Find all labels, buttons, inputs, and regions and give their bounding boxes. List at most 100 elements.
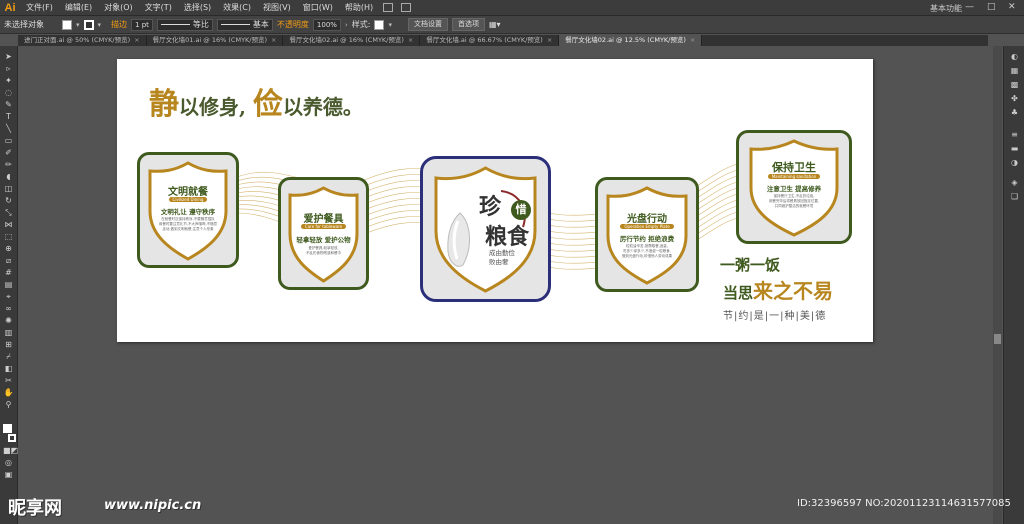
lasso-tool-icon[interactable]: ◌ xyxy=(3,88,14,97)
gradient-tool-icon[interactable]: ▤ xyxy=(3,280,14,289)
blob-brush-tool-icon[interactable]: ◖ xyxy=(3,172,14,181)
artboard-tool-icon[interactable]: ⊞ xyxy=(3,340,14,349)
line-tool-icon[interactable]: ╲ xyxy=(3,124,14,133)
paintbrush-tool-icon[interactable]: ✐ xyxy=(3,148,14,157)
close-icon[interactable]: × xyxy=(271,36,276,44)
menu-type[interactable]: 文字(T) xyxy=(139,2,178,13)
slice-tool-icon[interactable]: ⌿ xyxy=(3,352,14,361)
brushes-panel-icon[interactable]: ✤ xyxy=(1009,94,1020,103)
card-empty-plate[interactable]: 光盘行动 Operation Empty Plate 厉行节约 拒绝浪费 粒粒皆… xyxy=(595,177,699,292)
blend-tool-icon[interactable]: ∞ xyxy=(3,304,14,313)
card-cherish-food[interactable]: 珍 惜 粮食 成由勤俭 败由奢 xyxy=(420,156,551,302)
stroke-panel-icon[interactable]: ≡ xyxy=(1009,130,1020,139)
rotate-tool-icon[interactable]: ↻ xyxy=(3,196,14,205)
appearance-panel-icon[interactable]: ◈ xyxy=(1009,178,1020,187)
symbol-sprayer-tool-icon[interactable]: ✺ xyxy=(3,316,14,325)
gradient-panel-icon[interactable]: ▬ xyxy=(1009,144,1020,153)
chevron-right-icon[interactable]: › xyxy=(345,21,348,29)
close-icon[interactable]: × xyxy=(408,36,413,44)
color-guide-icon[interactable]: ▦ xyxy=(1009,66,1020,75)
tab-document[interactable]: 餐厅文化墙01.ai @ 16% (CMYK/预览) × xyxy=(147,35,284,46)
selection-tool-icon[interactable]: ➤ xyxy=(3,52,14,61)
mesh-tool-icon[interactable]: # xyxy=(3,268,14,277)
pen-tool-icon[interactable]: ✎ xyxy=(3,100,14,109)
app-logo: Ai xyxy=(4,1,16,14)
width-tool-icon[interactable]: ⋈ xyxy=(3,220,14,229)
close-icon[interactable]: × xyxy=(690,36,695,44)
symbols-panel-icon[interactable]: ♣ xyxy=(1009,108,1020,117)
scale-tool-icon[interactable]: ⤡ xyxy=(3,208,14,217)
fill-swatch[interactable] xyxy=(62,19,72,30)
menu-effect[interactable]: 效果(C) xyxy=(217,2,257,13)
workspace-switcher[interactable]: 基本功能 xyxy=(930,3,962,14)
card-body-line: 不乱扔食物残渣和餐巾 xyxy=(306,251,341,255)
color-mode-icon[interactable]: ■◩ xyxy=(3,446,18,455)
tab-document-active[interactable]: 餐厅文化墙02.ai @ 12.5% (CMYK/预览) × xyxy=(559,35,703,46)
card-care-tableware[interactable]: 爱护餐具 Care for tableware 轻拿轻放 爱护公物 爱护餐具,轻… xyxy=(278,177,369,290)
preferences-button[interactable]: 首选项 xyxy=(451,18,485,31)
arrange-icon[interactable]: ▦▾ xyxy=(489,20,501,29)
variable-width-profile[interactable]: 等比 xyxy=(156,18,213,31)
maximize-button[interactable]: □ xyxy=(987,2,996,12)
eyedropper-tool-icon[interactable]: ⌖ xyxy=(3,292,14,301)
screen-mode-icon[interactable]: ▣ xyxy=(3,470,14,479)
menu-window[interactable]: 窗口(W) xyxy=(297,2,339,13)
menu-select[interactable]: 选择(S) xyxy=(178,2,217,13)
draw-mode-icon[interactable]: ◎ xyxy=(3,458,14,467)
stroke-label[interactable]: 描边 xyxy=(111,19,127,30)
menu-edit[interactable]: 编辑(E) xyxy=(59,2,98,13)
eraser-tool-icon[interactable]: ◫ xyxy=(3,184,14,193)
eraser2-tool-icon[interactable]: ◧ xyxy=(3,364,14,373)
char-xi-circle: 惜 xyxy=(511,200,531,220)
arrange-documents-icon[interactable] xyxy=(401,3,412,12)
rectangle-tool-icon[interactable]: ▭ xyxy=(3,136,14,145)
hand-tool-icon[interactable]: ✋ xyxy=(3,388,14,397)
layers-panel-icon[interactable]: ❏ xyxy=(1009,192,1020,201)
type-tool-icon[interactable]: T xyxy=(3,112,14,121)
tab-document[interactable]: 餐厅文化墙.ai @ 66.67% (CMYK/预览) × xyxy=(420,35,560,46)
chevron-down-icon[interactable]: ▾ xyxy=(388,21,392,29)
document-setup-button[interactable]: 文档设置 xyxy=(407,18,448,31)
menu-help[interactable]: 帮助(H) xyxy=(339,2,379,13)
artboard[interactable]: 静以修身, 俭以养德。 文明就餐 Civilized Dining 文明礼让 遵… xyxy=(117,59,873,342)
card-sanitation[interactable]: 保持卫生 Maintaining sanitation 注意卫生 提高修养 保持… xyxy=(736,130,852,244)
scroll-thumb[interactable] xyxy=(994,334,1001,344)
menu-file[interactable]: 文件(F) xyxy=(20,2,59,13)
card-civilized-dining[interactable]: 文明就餐 Civilized Dining 文明礼让 遵守秩序 在就餐时应保持秩… xyxy=(137,152,239,268)
close-icon[interactable]: × xyxy=(134,36,139,44)
close-icon[interactable]: × xyxy=(547,36,552,44)
motto-line2: 败由奢 xyxy=(489,258,509,266)
style-swatch[interactable] xyxy=(374,19,385,30)
magic-wand-tool-icon[interactable]: ✦ xyxy=(3,76,14,85)
bridge-icon[interactable] xyxy=(383,3,394,12)
transparency-panel-icon[interactable]: ◑ xyxy=(1009,158,1020,167)
opacity-label[interactable]: 不透明度 xyxy=(277,19,309,30)
tab-document[interactable]: 餐厅文化墙02.ai @ 16% (CMYK/预览) × xyxy=(283,35,421,46)
shape-builder-tool-icon[interactable]: ⊕ xyxy=(3,244,14,253)
stroke-color-icon[interactable] xyxy=(8,434,16,442)
brush-definition[interactable]: 基本 xyxy=(216,18,273,31)
opacity-field[interactable]: 100% xyxy=(312,18,341,31)
vertical-scrollbar[interactable] xyxy=(993,46,1002,524)
card-title: 文明就餐 xyxy=(168,187,208,198)
minimize-button[interactable]: — xyxy=(965,2,974,12)
scissors-tool-icon[interactable]: ✂ xyxy=(3,376,14,385)
graph-tool-icon[interactable]: ▥ xyxy=(3,328,14,337)
free-transform-tool-icon[interactable]: ⬚ xyxy=(3,232,14,241)
close-button[interactable]: ✕ xyxy=(1008,2,1016,12)
fill-color-icon[interactable] xyxy=(3,424,12,433)
card-english-label: Care for tableware xyxy=(300,224,347,229)
zoom-tool-icon[interactable]: ⚲ xyxy=(3,400,14,409)
menu-view[interactable]: 视图(V) xyxy=(257,2,297,13)
pencil-tool-icon[interactable]: ✏ xyxy=(3,160,14,169)
chevron-down-icon[interactable]: ▾ xyxy=(98,21,102,29)
direct-selection-tool-icon[interactable]: ▹ xyxy=(3,64,14,73)
color-panel-icon[interactable]: ◐ xyxy=(1009,52,1020,61)
menu-object[interactable]: 对象(O) xyxy=(98,2,139,13)
perspective-grid-tool-icon[interactable]: ⧄ xyxy=(3,256,14,265)
chevron-down-icon[interactable]: ▾ xyxy=(76,21,80,29)
stroke-weight-field[interactable]: 1 pt xyxy=(131,18,153,31)
tab-document[interactable]: 进门正对面.ai @ 50% (CMYK/预览) × xyxy=(18,35,147,46)
stroke-swatch[interactable] xyxy=(83,19,94,30)
swatches-panel-icon[interactable]: ▩ xyxy=(1009,80,1020,89)
